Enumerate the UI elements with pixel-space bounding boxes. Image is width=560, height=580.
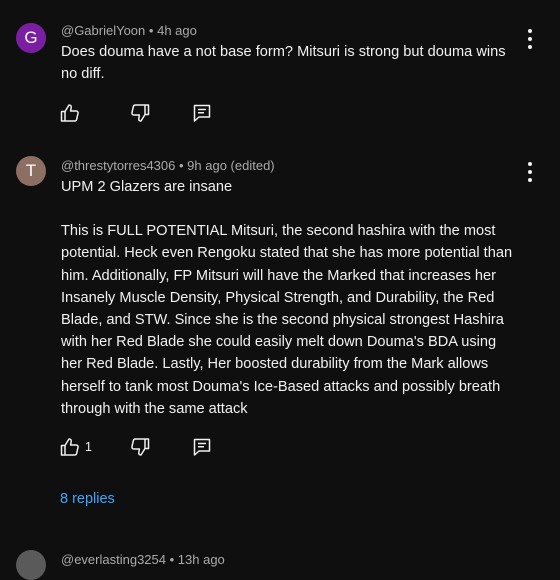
more-vert-icon[interactable] [522, 28, 538, 50]
thumb-up-icon [60, 438, 79, 456]
reply-icon [193, 438, 211, 456]
reply-button[interactable] [191, 435, 213, 459]
avatar[interactable]: T [16, 156, 46, 186]
view-replies-button[interactable]: 8 replies [60, 491, 115, 507]
comment-meta: @threstytorres4306 • 9h ago (edited) [61, 158, 275, 173]
reply-icon [193, 104, 211, 122]
dislike-button[interactable] [129, 435, 151, 459]
thumb-up-icon [60, 104, 79, 122]
thumb-down-icon [131, 104, 150, 122]
comment-time[interactable]: 9h ago (edited) [187, 158, 274, 173]
author-handle[interactable]: @threstytorres4306 [61, 158, 175, 173]
top-toolbar [0, 0, 560, 6]
dislike-button[interactable] [129, 101, 151, 125]
arrow-icon[interactable] [452, 0, 466, 6]
comment-body: Does douma have a not base form? Mitsuri… [61, 41, 521, 85]
comment-actions [59, 101, 259, 125]
avatar[interactable] [16, 550, 46, 580]
comment-meta: @GabrielYoon • 4h ago [61, 23, 197, 38]
author-handle[interactable]: @GabrielYoon [61, 23, 145, 38]
comment-paragraph: UPM 2 Glazers are insane [61, 179, 233, 195]
more-vert-icon[interactable] [512, 0, 526, 6]
meta-separator: • [178, 158, 184, 173]
comment-actions: 1 [59, 435, 259, 459]
comment-time[interactable]: 4h ago [157, 23, 197, 38]
comment-paragraph: This is FULL POTENTIAL Mitsuri, the seco… [61, 223, 513, 417]
like-button[interactable]: 1 [59, 435, 92, 459]
like-count: 1 [85, 440, 92, 454]
comment-body: UPM 2 Glazers are insane This is FULL PO… [61, 176, 521, 420]
reply-button[interactable] [191, 101, 213, 125]
more-vert-icon[interactable] [522, 161, 538, 183]
meta-separator: • [148, 23, 154, 38]
thumb-down-icon [131, 438, 150, 456]
avatar[interactable]: G [16, 23, 46, 53]
like-button[interactable] [59, 101, 85, 125]
comment-paragraph: Does douma have a not base form? Mitsuri… [61, 44, 506, 83]
